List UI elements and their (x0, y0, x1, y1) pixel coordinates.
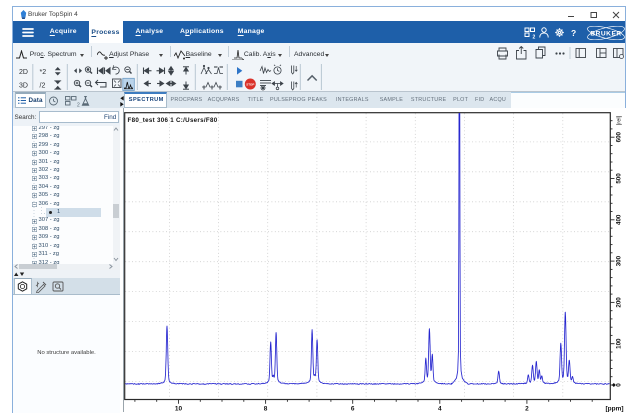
svg-text:400: 400 (616, 214, 623, 225)
svg-text:*2: *2 (40, 69, 47, 76)
svg-text:10: 10 (175, 406, 183, 413)
svg-text:2: 2 (77, 102, 80, 107)
svg-text:2: 2 (525, 406, 529, 413)
svg-text:2: 2 (533, 34, 536, 40)
svg-text:4: 4 (438, 406, 442, 413)
svg-text:3D: 3D (19, 83, 28, 90)
svg-text:6: 6 (351, 406, 355, 413)
svg-text:300: 300 (616, 255, 623, 266)
svg-text:/2: /2 (40, 83, 46, 90)
svg-text:2D: 2D (19, 69, 28, 76)
svg-text:0: 0 (616, 383, 623, 387)
svg-text:100: 100 (616, 338, 623, 349)
svg-text:STOP: STOP (246, 83, 254, 87)
svg-text:600: 600 (616, 131, 623, 142)
svg-text:[ppm]: [ppm] (605, 406, 623, 413)
svg-text:[rel]: [rel] (617, 115, 623, 125)
svg-text:500: 500 (616, 173, 623, 184)
svg-text:BRUKER: BRUKER (590, 30, 621, 37)
svg-text:200: 200 (616, 297, 623, 308)
svg-text:8: 8 (264, 406, 268, 413)
svg-text:F80_test 306 1 C:/Users/F80: F80_test 306 1 C:/Users/F80 (128, 117, 218, 124)
svg-text:?: ? (571, 28, 576, 38)
